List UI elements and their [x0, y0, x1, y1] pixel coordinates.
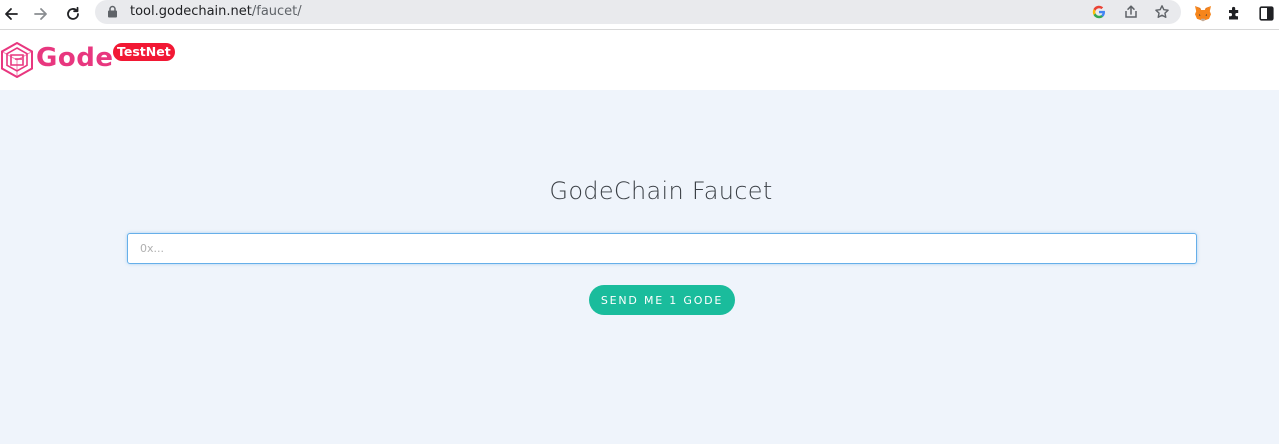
google-icon[interactable] [1090, 3, 1108, 21]
wallet-address-input[interactable] [127, 233, 1197, 264]
faucet-section: GodeChain Faucet SEND ME 1 GODE [0, 90, 1279, 444]
browser-toolbar: tool.godechain.net/faucet/ [0, 0, 1279, 30]
back-icon[interactable] [0, 3, 22, 25]
extensions-puzzle-icon[interactable] [1225, 3, 1245, 23]
share-icon[interactable] [1122, 3, 1140, 21]
url-text[interactable]: tool.godechain.net/faucet/ [130, 4, 302, 19]
url-host: tool.godechain.net [130, 4, 252, 19]
bookmark-star-icon[interactable] [1153, 3, 1171, 21]
page-title: GodeChain Faucet [549, 177, 773, 205]
reload-icon[interactable] [62, 3, 84, 25]
site-header: Gode TestNet [0, 31, 1279, 90]
side-panel-icon[interactable] [1256, 3, 1276, 23]
gode-logo-icon[interactable] [0, 41, 34, 83]
url-path: /faucet/ [251, 4, 302, 19]
metamask-fox-icon[interactable] [1193, 3, 1213, 23]
testnet-badge: TestNet [113, 43, 175, 61]
lock-icon[interactable] [107, 5, 118, 23]
logo-text[interactable]: Gode [36, 43, 113, 73]
address-bar[interactable]: tool.godechain.net/faucet/ [95, 0, 1181, 24]
send-gode-button[interactable]: SEND ME 1 GODE [589, 285, 735, 315]
forward-icon[interactable] [30, 3, 52, 25]
